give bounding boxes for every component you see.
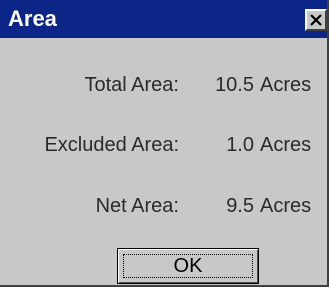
net-area-label: Net Area: (95, 195, 179, 217)
ok-button-label: OK (173, 255, 203, 277)
total-area-label: Total Area: (84, 74, 179, 96)
close-button[interactable] (305, 9, 327, 31)
excluded-area-row: Excluded Area: 1.0 Acres (0, 132, 327, 158)
excluded-area-unit: Acres (260, 134, 312, 156)
close-icon (310, 14, 322, 26)
excluded-area-label: Excluded Area: (44, 134, 179, 156)
total-area-value: 10.5 (215, 74, 254, 96)
net-area-row: Net Area: 9.5 Acres (0, 193, 327, 219)
net-area-value: 9.5 (226, 195, 254, 217)
dialog-title: Area (8, 6, 57, 31)
total-area-unit: Acres (260, 74, 312, 96)
ok-button[interactable]: OK (117, 248, 259, 284)
title-bar[interactable]: Area (0, 0, 327, 38)
area-dialog: Area Total Area: 10.5 Acres Excluded Are… (0, 0, 329, 287)
excluded-area-value: 1.0 (226, 134, 254, 156)
total-area-row: Total Area: 10.5 Acres (0, 72, 327, 98)
net-area-unit: Acres (260, 195, 312, 217)
